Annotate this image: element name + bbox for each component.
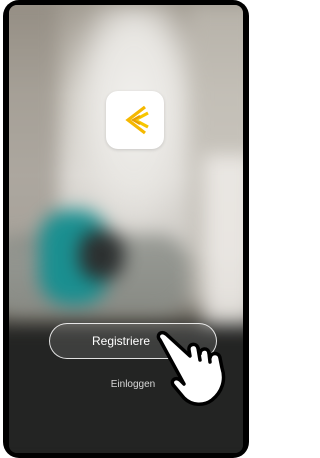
pointing-hand-icon — [154, 328, 242, 412]
app-logo-icon — [106, 91, 164, 149]
login-label: Einloggen — [110, 379, 156, 390]
register-label: Registriere — [91, 334, 151, 348]
